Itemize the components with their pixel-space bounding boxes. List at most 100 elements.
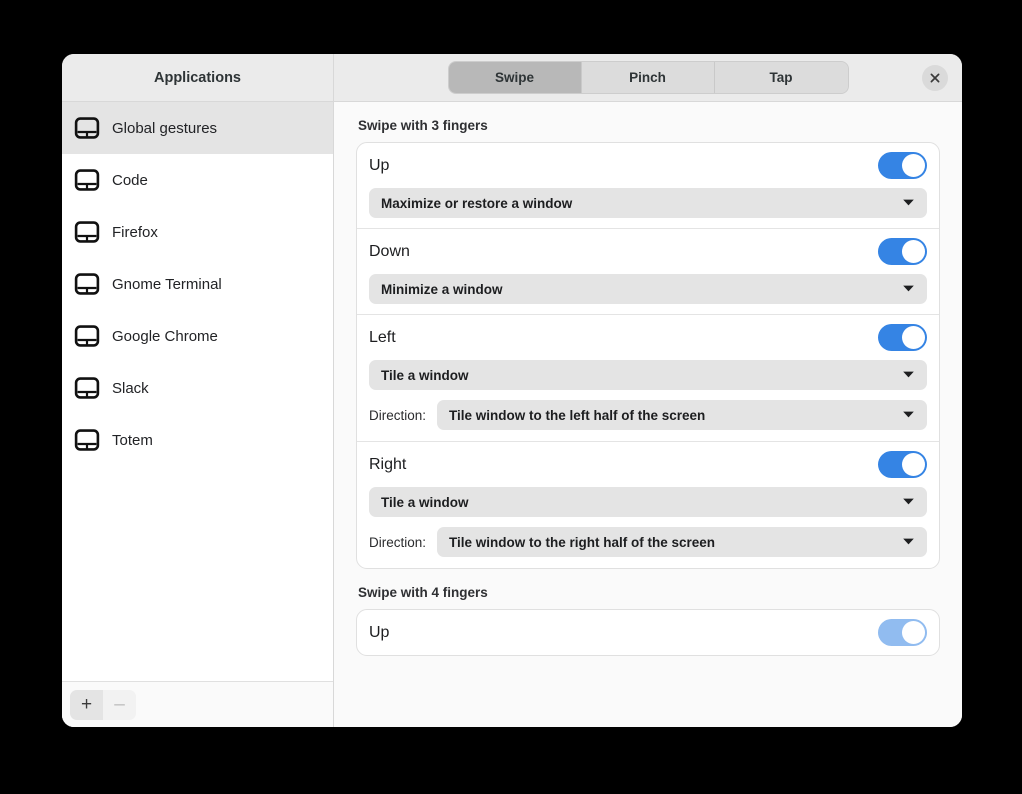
tab-tap[interactable]: Tap [714, 62, 848, 93]
tab-swipe[interactable]: Swipe [448, 62, 582, 93]
gesture-row-up: Up Maximize or restore a window [357, 143, 939, 228]
sidebar-item-label: Google Chrome [112, 327, 218, 345]
sidebar-item-slack[interactable]: Slack [62, 362, 333, 414]
gesture-row-header: Up [369, 610, 927, 655]
action-dropdown[interactable]: Tile a window [369, 360, 927, 390]
header-bar: Applications Swipe Pinch Tap [62, 54, 962, 102]
chevron-down-icon [902, 366, 915, 384]
toggle-knob [902, 621, 925, 644]
gesture-enable-toggle[interactable] [878, 238, 927, 265]
gesture-settings-content: Swipe with 3 fingers Up Maximize or restor… [334, 102, 962, 727]
direction-dropdown[interactable]: Tile window to the right half of the scr… [437, 527, 927, 557]
sidebar-item-label: Code [112, 171, 148, 189]
gesture-row-right: Right Tile a window Direction: Tile window … [357, 441, 939, 568]
touchpad-icon [74, 219, 100, 245]
action-combo-wrapper: Maximize or restore a window [369, 188, 927, 228]
touchpad-icon [74, 115, 100, 141]
gesture-direction-label: Up [369, 623, 390, 641]
direction-label: Direction: [369, 407, 427, 423]
tab-label: Swipe [494, 70, 534, 85]
gesture-row-header: Down [369, 229, 927, 274]
sidebar-item-label: Global gestures [112, 119, 218, 137]
touchpad-icon [74, 167, 100, 193]
direction-dropdown-value: Tile window to the left half of the scre… [449, 407, 706, 423]
action-dropdown[interactable]: Maximize or restore a window [369, 188, 927, 218]
toggle-knob [902, 326, 925, 349]
direction-label: Direction: [369, 534, 427, 550]
chevron-down-icon [902, 406, 915, 424]
window-body: Global gestures Code Firefox Gnome Terminal… [62, 102, 962, 727]
action-dropdown-value: Tile a window [381, 367, 469, 383]
sidebar-footer-toolbar: + – [62, 681, 333, 727]
close-icon [929, 72, 941, 84]
gesture-row-left: Left Tile a window Direction: Tile window t… [357, 314, 939, 441]
toggle-knob [902, 240, 925, 263]
sidebar-item-global-gestures[interactable]: Global gestures [62, 102, 333, 154]
toggle-knob [902, 154, 925, 177]
sidebar-item-firefox[interactable]: Firefox [62, 206, 333, 258]
gesture-row-header: Up [369, 143, 927, 188]
chevron-down-icon [902, 280, 915, 298]
action-dropdown-value: Minimize a window [381, 281, 503, 297]
action-dropdown-value: Tile a window [381, 494, 469, 510]
toggle-knob [902, 453, 925, 476]
sidebar: Global gestures Code Firefox Gnome Terminal… [62, 102, 334, 727]
group-title: Swipe with 3 fingers [358, 118, 488, 133]
gesture-direction-label: Up [369, 156, 390, 174]
gesture-enable-toggle[interactable] [878, 451, 927, 478]
touchpad-icon [74, 271, 100, 297]
gesture-enable-toggle[interactable] [878, 324, 927, 351]
gesture-row-up: Up [357, 610, 939, 655]
gesture-group-card: Up [356, 609, 940, 656]
sidebar-item-label: Firefox [112, 223, 158, 241]
sidebar-item-code[interactable]: Code [62, 154, 333, 206]
chevron-down-icon [902, 533, 915, 551]
action-combo-wrapper: Tile a window [369, 360, 927, 400]
direction-row: Direction: Tile window to the right half … [369, 527, 927, 568]
sidebar-item-label: Slack [112, 379, 149, 397]
add-remove-button-group: + – [70, 689, 136, 720]
preferences-window: Applications Swipe Pinch Tap Global gestur… [62, 54, 962, 727]
direction-dropdown-value: Tile window to the right half of the scr… [449, 534, 716, 550]
sidebar-item-totem[interactable]: Totem [62, 414, 333, 466]
gesture-row-header: Left [369, 315, 927, 360]
gesture-row-down: Down Minimize a window [357, 228, 939, 314]
plus-icon: + [80, 694, 93, 715]
gesture-direction-label: Down [369, 242, 410, 260]
chevron-down-icon [902, 194, 915, 212]
action-dropdown[interactable]: Minimize a window [369, 274, 927, 304]
sidebar-header: Applications [62, 54, 334, 101]
gesture-enable-toggle[interactable] [878, 152, 927, 179]
gesture-direction-label: Left [369, 328, 396, 346]
touchpad-icon [74, 323, 100, 349]
action-dropdown[interactable]: Tile a window [369, 487, 927, 517]
sidebar-item-google-chrome[interactable]: Google Chrome [62, 310, 333, 362]
sidebar-item-label: Gnome Terminal [112, 275, 222, 293]
action-combo-wrapper: Minimize a window [369, 274, 927, 314]
view-switcher[interactable]: Swipe Pinch Tap [447, 61, 849, 94]
remove-application-button[interactable]: – [103, 689, 136, 720]
tab-pinch[interactable]: Pinch [581, 62, 715, 93]
sidebar-item-gnome-terminal[interactable]: Gnome Terminal [62, 258, 333, 310]
touchpad-icon [74, 375, 100, 401]
sidebar-item-label: Totem [112, 431, 153, 449]
direction-row: Direction: Tile window to the left half o… [369, 400, 927, 441]
action-combo-wrapper: Tile a window [369, 487, 927, 527]
gesture-enable-toggle[interactable] [878, 619, 927, 646]
gesture-direction-label: Right [369, 455, 407, 473]
tab-label: Pinch [629, 70, 666, 85]
group-title: Swipe with 4 fingers [358, 585, 488, 600]
close-window-button[interactable] [922, 64, 948, 91]
sidebar-header-title: Applications [153, 69, 241, 86]
chevron-down-icon [902, 493, 915, 511]
direction-dropdown[interactable]: Tile window to the left half of the scre… [437, 400, 927, 430]
tab-label: Tap [769, 70, 793, 85]
header-bar-right: Swipe Pinch Tap [334, 54, 962, 101]
gesture-row-header: Right [369, 442, 927, 487]
touchpad-icon [74, 427, 100, 453]
action-dropdown-value: Maximize or restore a window [381, 195, 573, 211]
sidebar-list[interactable]: Global gestures Code Firefox Gnome Terminal… [62, 102, 333, 681]
minus-icon: – [114, 694, 125, 715]
add-application-button[interactable]: + [70, 689, 103, 720]
gesture-group-card: Up Maximize or restore a window Down Minimi… [356, 142, 940, 569]
